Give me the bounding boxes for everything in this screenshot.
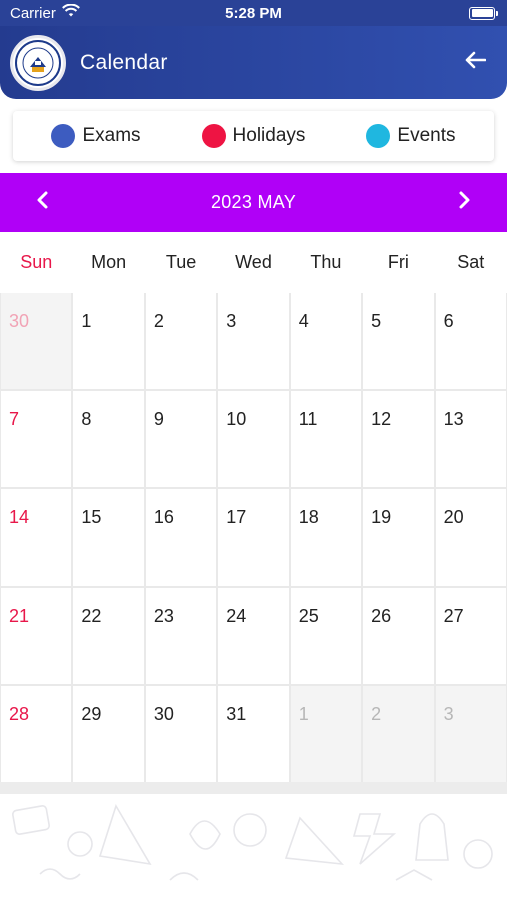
battery-fill bbox=[471, 9, 493, 17]
day-cell[interactable]: 2 bbox=[363, 685, 434, 782]
weekday-fri: Fri bbox=[387, 252, 409, 272]
arrow-left-icon bbox=[464, 51, 487, 74]
weekday-sat: Sat bbox=[457, 252, 485, 272]
day-cell[interactable]: 2 bbox=[145, 293, 217, 390]
weekday-wed: Wed bbox=[235, 252, 272, 272]
day-cell[interactable]: 16 bbox=[145, 489, 217, 586]
day-cell[interactable]: 12 bbox=[363, 391, 434, 488]
day-cell[interactable]: 29 bbox=[73, 685, 144, 782]
day-cell[interactable]: 4 bbox=[290, 293, 362, 390]
day-cell[interactable]: 21 bbox=[1, 587, 72, 684]
day-cell[interactable]: 20 bbox=[435, 489, 506, 586]
legend-holidays-label: Holidays bbox=[232, 125, 306, 146]
weekday-mon: Mon bbox=[91, 252, 127, 272]
day-cell[interactable]: 6 bbox=[435, 293, 506, 390]
day-cell[interactable]: 19 bbox=[363, 489, 434, 586]
day-cell[interactable]: 23 bbox=[145, 587, 217, 684]
event-legend: Exams Holidays Events bbox=[13, 111, 494, 161]
day-cell[interactable]: 3 bbox=[218, 293, 289, 390]
weekday-sun: Sun bbox=[20, 252, 53, 272]
holidays-dot bbox=[201, 124, 226, 148]
app-header: Calendar bbox=[0, 26, 507, 99]
day-cell[interactable]: 15 bbox=[73, 489, 144, 586]
day-cell[interactable]: 14 bbox=[1, 489, 72, 586]
legend-exams-label: Exams bbox=[82, 125, 141, 146]
previous-month-button[interactable] bbox=[28, 189, 56, 217]
day-cell[interactable]: 3 bbox=[435, 685, 506, 782]
legend-events: Events bbox=[366, 124, 456, 148]
calendar-grid: 30 1 2 3 4 5 6 7 8 9 10 11 12 13 14 15 16 17 18 19 20 21 22 23 2… bbox=[0, 293, 507, 782]
day-cell[interactable]: 17 bbox=[218, 489, 289, 586]
page-title: Calendar bbox=[80, 50, 168, 74]
legend-holidays: Holidays bbox=[201, 124, 306, 148]
month-navigation: 2023 MAY bbox=[0, 173, 507, 232]
carrier-label: Carrier bbox=[10, 4, 56, 22]
legend-events-label: Events bbox=[397, 125, 456, 146]
wifi-icon bbox=[61, 3, 80, 22]
day-cell[interactable]: 7 bbox=[1, 391, 72, 488]
month-label: 2023 MAY bbox=[210, 192, 297, 212]
day-cell[interactable]: 26 bbox=[363, 587, 434, 684]
day-cell[interactable]: 24 bbox=[218, 587, 289, 684]
day-cell[interactable]: 1 bbox=[290, 685, 362, 782]
grid-footer-divider bbox=[0, 782, 507, 794]
day-cell[interactable]: 22 bbox=[73, 587, 144, 684]
day-cell[interactable]: 5 bbox=[363, 293, 434, 390]
chevron-right-icon bbox=[458, 190, 472, 215]
day-cell[interactable]: 25 bbox=[290, 587, 362, 684]
day-cell[interactable]: 31 bbox=[218, 685, 289, 782]
day-cell[interactable]: 18 bbox=[290, 489, 362, 586]
day-cell[interactable]: 27 bbox=[435, 587, 506, 684]
day-cell[interactable]: 13 bbox=[435, 391, 506, 488]
day-cell[interactable]: 1 bbox=[73, 293, 144, 390]
weekday-tue: Tue bbox=[165, 252, 197, 272]
day-cell[interactable]: 11 bbox=[290, 391, 362, 488]
day-cell[interactable]: 8 bbox=[73, 391, 144, 488]
next-month-button[interactable] bbox=[451, 189, 479, 217]
chevron-left-icon bbox=[35, 190, 49, 215]
weekday-thu: Thu bbox=[310, 252, 342, 272]
battery-icon bbox=[469, 6, 498, 20]
weekday-header: Sun Mon Tue Wed Thu Fri Sat bbox=[0, 232, 507, 293]
legend-exams: Exams bbox=[51, 124, 141, 148]
school-logo bbox=[10, 34, 66, 91]
calendar-screen: Carrier 5:28 PM Calendar Exams Holidays … bbox=[0, 0, 507, 900]
day-cell[interactable]: 30 bbox=[145, 685, 217, 782]
status-left: Carrier bbox=[10, 3, 80, 22]
events-dot bbox=[366, 124, 391, 148]
background-doodles bbox=[0, 794, 507, 900]
day-cell[interactable]: 10 bbox=[218, 391, 289, 488]
day-cell[interactable]: 28 bbox=[1, 685, 72, 782]
back-button[interactable] bbox=[457, 45, 493, 81]
day-cell[interactable]: 30 bbox=[1, 293, 72, 390]
exams-dot bbox=[51, 124, 76, 148]
status-bar: Carrier 5:28 PM bbox=[0, 0, 507, 26]
day-cell[interactable]: 9 bbox=[145, 391, 217, 488]
